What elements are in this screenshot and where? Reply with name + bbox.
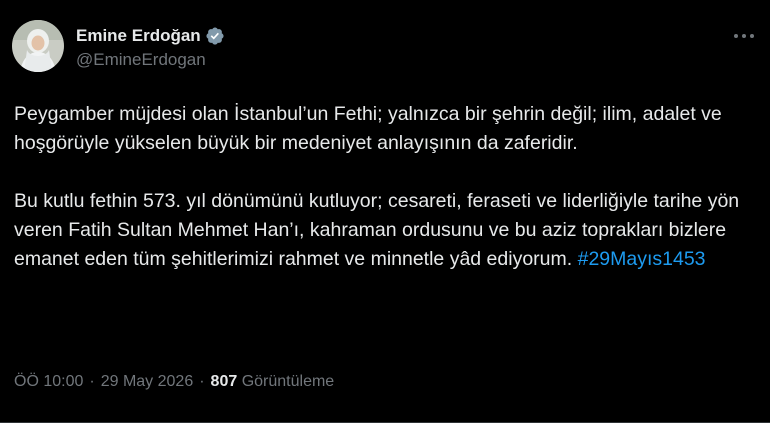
more-options-icon[interactable] [730, 26, 758, 46]
views-label: Görüntüleme [241, 373, 335, 390]
meta-separator-2: · [199, 373, 205, 390]
author-names: Emine Erdoğan @EmineErdogan [76, 26, 225, 71]
meta-separator: · [89, 373, 95, 390]
avatar[interactable] [12, 20, 64, 72]
tweet-header: Emine Erdoğan @EmineErdogan [12, 20, 225, 80]
tweet-paragraph-1: Peygamber müjdesi olan İstanbul’un Fethi… [14, 103, 722, 154]
hashtag-link[interactable]: #29Mayıs1453 [578, 248, 706, 270]
name-row: Emine Erdoğan [76, 26, 225, 46]
tweet-time[interactable]: ÖÖ 10:00 [14, 373, 83, 390]
author-handle[interactable]: @EmineErdogan [76, 49, 225, 71]
tweet-meta: ÖÖ 10:00 · 29 May 2026 · 807 Görüntüleme [14, 371, 334, 393]
tweet-paragraph-2: Bu kutlu fethin 573. yıl dönümünü kutluy… [14, 187, 762, 274]
author-display-name[interactable]: Emine Erdoğan [76, 26, 201, 46]
views-count: 807 [210, 373, 238, 390]
tweet-text: Peygamber müjdesi olan İstanbul’un Fethi… [14, 100, 762, 274]
verified-badge-icon [205, 26, 225, 46]
tweet-card: Emine Erdoğan @EmineErdogan Peygamber mü… [0, 0, 770, 423]
avatar-image [12, 20, 64, 72]
tweet-date[interactable]: 29 May 2026 [101, 373, 194, 390]
